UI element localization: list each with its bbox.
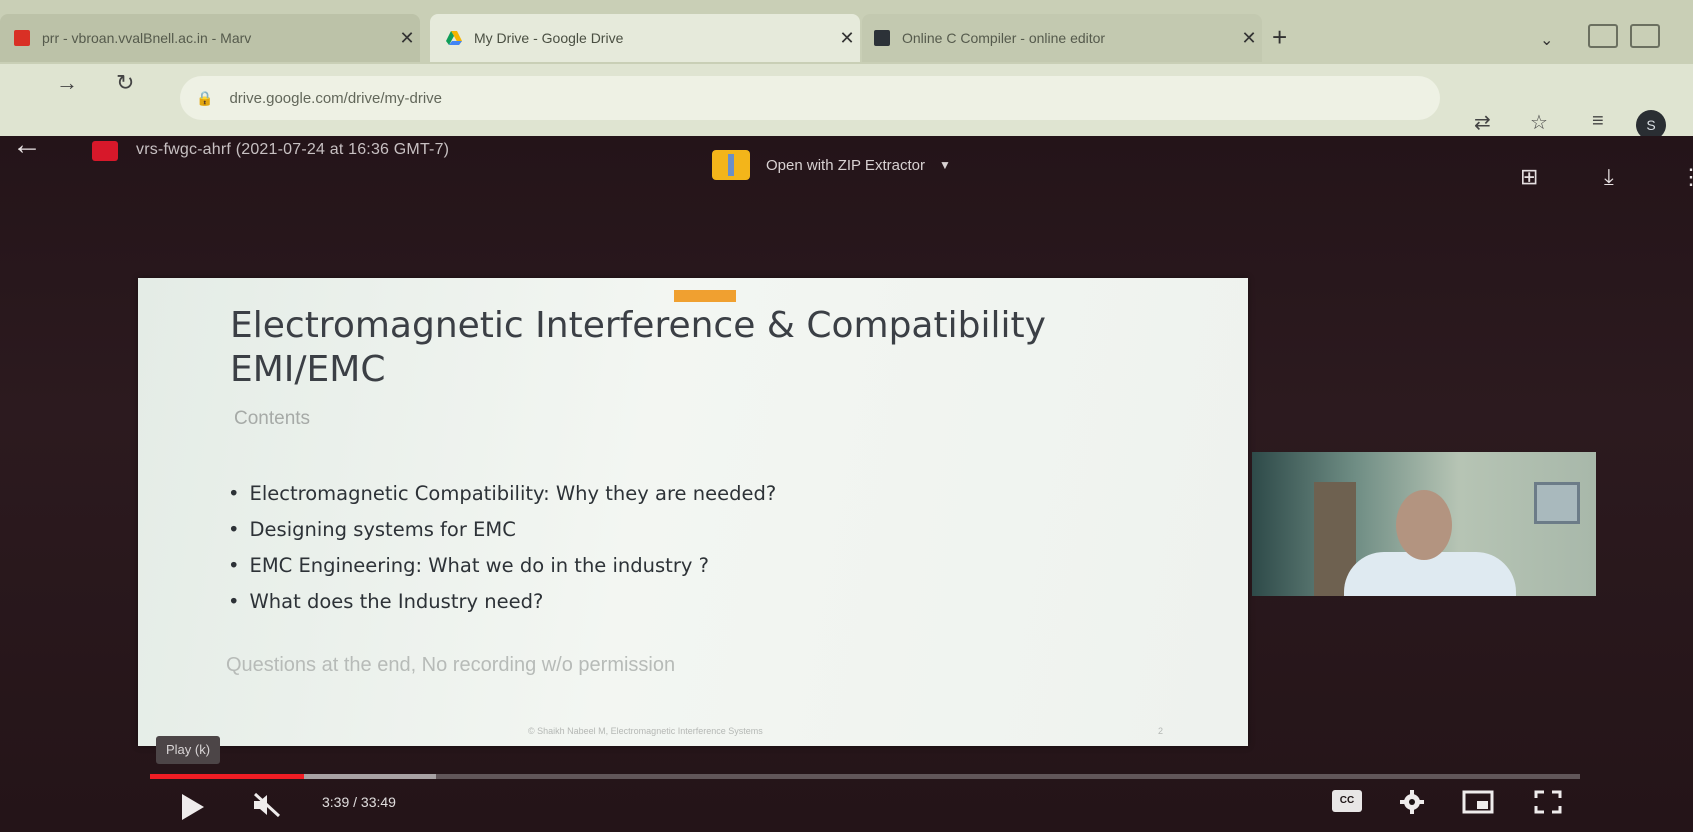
settings-icon[interactable] bbox=[1400, 790, 1424, 814]
mute-icon[interactable] bbox=[252, 792, 282, 818]
zip-extractor-icon bbox=[712, 150, 750, 180]
more-icon[interactable]: ⋮ bbox=[1680, 164, 1693, 190]
slide-bullet: Designing systems for EMC bbox=[228, 512, 776, 548]
progress-bar[interactable] bbox=[150, 774, 1580, 779]
tab-search-chevron-icon[interactable]: ⌄ bbox=[1540, 30, 1553, 50]
close-tab-icon[interactable]: ✕ bbox=[1236, 28, 1262, 49]
add-to-drive-icon[interactable]: ⊞ bbox=[1520, 164, 1538, 190]
time-display: 3:39 / 33:49 bbox=[322, 794, 396, 810]
presenter-webcam bbox=[1252, 452, 1596, 596]
reading-list-icon[interactable]: ≡ bbox=[1592, 110, 1604, 133]
slide-footer: © Shaikh Nabeel M, Electromagnetic Inter… bbox=[528, 726, 763, 736]
play-tooltip: Play (k) bbox=[156, 736, 221, 764]
back-arrow-icon[interactable]: ← bbox=[12, 128, 42, 162]
compiler-favicon-icon bbox=[874, 30, 890, 46]
browser-tab-mail[interactable]: prr - vbroan.vvalBnell.ac.in - Marv ✕ bbox=[0, 14, 420, 62]
lock-icon: 🔒 bbox=[196, 89, 214, 106]
url-text: drive.google.com/drive/my-drive bbox=[229, 89, 443, 107]
tab-title: Online C Compiler - online editor bbox=[902, 30, 1106, 46]
screen: prr - vbroan.vvalBnell.ac.in - Marv ✕ My… bbox=[0, 0, 1693, 832]
slide-title: Electromagnetic Interference & Compatibi… bbox=[230, 305, 1046, 390]
dropdown-caret-icon: ▼ bbox=[938, 158, 951, 172]
presenter-head bbox=[1396, 490, 1452, 560]
close-tab-icon[interactable]: ✕ bbox=[834, 28, 860, 49]
tab-title: My Drive - Google Drive bbox=[474, 30, 624, 46]
video-file-icon bbox=[92, 141, 118, 161]
bookmark-star-icon[interactable]: ☆ bbox=[1530, 110, 1548, 135]
progress-played bbox=[150, 774, 304, 779]
video-slide: Electromagnetic Interference & Compatibi… bbox=[138, 278, 1248, 746]
download-icon[interactable]: ⤓ bbox=[1604, 164, 1614, 190]
fullscreen-icon[interactable] bbox=[1534, 790, 1562, 814]
play-icon[interactable] bbox=[180, 792, 206, 822]
new-tab-icon[interactable]: + bbox=[1272, 22, 1287, 53]
slide-page-number: 2 bbox=[1158, 726, 1164, 736]
google-drive-favicon-icon bbox=[446, 31, 462, 45]
browser-tab-bar: prr - vbroan.vvalBnell.ac.in - Marv ✕ My… bbox=[0, 0, 1693, 64]
slide-bullet: Electromagnetic Compatibility: Why they … bbox=[228, 476, 777, 512]
reload-icon[interactable]: ↻ bbox=[116, 70, 134, 96]
browser-tab-drive[interactable]: My Drive - Google Drive ✕ bbox=[430, 14, 860, 62]
address-bar[interactable]: 🔒 drive.google.com/drive/my-drive bbox=[180, 76, 1440, 120]
gmail-favicon-icon bbox=[14, 30, 30, 46]
restore-window-icon[interactable] bbox=[1630, 24, 1660, 48]
slide-logo-badge bbox=[674, 290, 736, 302]
close-tab-icon[interactable]: ✕ bbox=[394, 28, 420, 49]
slide-bullet-list: Electromagnetic Compatibility: Why they … bbox=[228, 476, 777, 620]
slide-subtitle: Contents bbox=[234, 408, 311, 429]
translate-icon[interactable]: ⇄ bbox=[1474, 110, 1491, 135]
file-name: vrs-fwgc-ahrf (2021-07-24 at 16:36 GMT-7… bbox=[136, 141, 450, 158]
open-with-button[interactable]: Open with ZIP Extractor ▼ bbox=[712, 150, 951, 180]
browser-tab-compiler[interactable]: Online C Compiler - online editor ✕ bbox=[862, 14, 1262, 62]
tab-title: prr - vbroan.vvalBnell.ac.in - Marv bbox=[42, 30, 252, 46]
slide-note: Questions at the end, No recording w/o p… bbox=[226, 654, 676, 676]
miniplayer-icon[interactable] bbox=[1462, 790, 1494, 814]
webcam-wall-frame bbox=[1534, 482, 1580, 524]
minimize-window-icon[interactable] bbox=[1588, 24, 1618, 48]
forward-icon[interactable]: → bbox=[56, 70, 78, 96]
captions-icon[interactable]: CC bbox=[1332, 790, 1362, 812]
slide-bullet: What does the Industry need? bbox=[228, 584, 776, 620]
open-with-label: Open with ZIP Extractor bbox=[766, 156, 925, 174]
slide-bullet: EMC Engineering: What we do in the indus… bbox=[228, 548, 776, 584]
